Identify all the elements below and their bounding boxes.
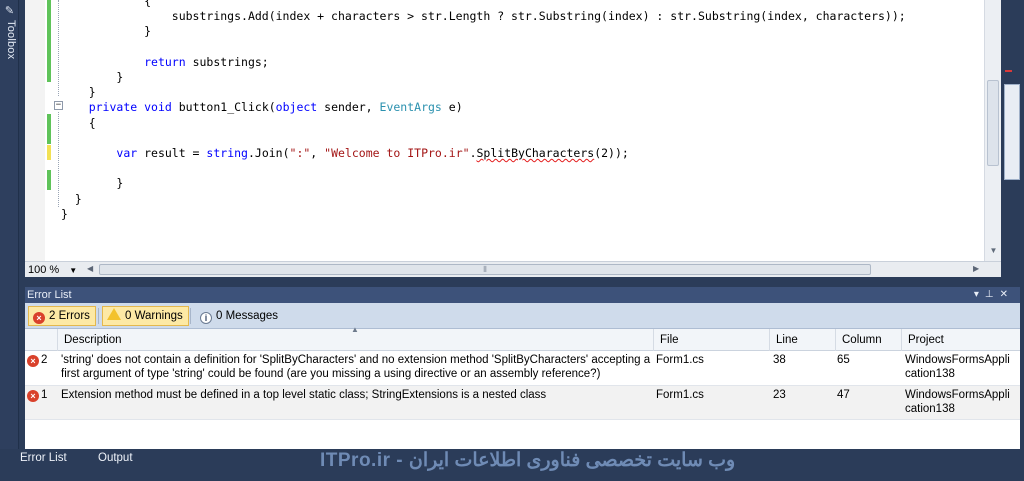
row-column: 65: [837, 354, 850, 366]
chevron-down-icon: ▼: [69, 266, 78, 275]
code-editor[interactable]: − { substrings.Add(index + characters > …: [25, 0, 1001, 261]
table-row[interactable]: × 1 Extension method must be defined in …: [25, 386, 1020, 420]
col-description[interactable]: Description: [57, 329, 653, 351]
code-line[interactable]: {: [61, 115, 96, 131]
divider: [98, 308, 99, 324]
row-description: Extension method must be defined in a to…: [61, 389, 547, 401]
code-line[interactable]: }: [61, 23, 151, 39]
code-line[interactable]: }: [61, 69, 123, 85]
description-line: 'string' does not contain a definition f…: [61, 354, 651, 366]
toolbox-panel[interactable]: ✎ Toolbox: [0, 0, 19, 481]
row-number: 2: [41, 354, 48, 366]
toolbox-icon: ✎: [4, 5, 15, 17]
code-line[interactable]: return substrings;: [61, 54, 269, 70]
toolbox-label[interactable]: Toolbox: [2, 20, 17, 59]
project-line: cation138: [905, 403, 955, 415]
error-list-title: Error List: [27, 289, 72, 301]
description-line: first argument of type 'string' could be…: [61, 368, 601, 380]
messages-count: 0 Messages: [216, 310, 279, 322]
code-line[interactable]: }: [61, 206, 68, 222]
error-icon: ×: [33, 312, 45, 324]
scroll-left-icon[interactable]: ◀: [87, 264, 93, 273]
project-line: WindowsFormsAppli: [905, 389, 1010, 401]
row-column: 47: [837, 389, 850, 401]
error-marker[interactable]: [1005, 70, 1012, 72]
code-line[interactable]: }: [61, 84, 96, 100]
change-bar-saved: [47, 170, 51, 190]
change-bar-saved: [47, 114, 51, 144]
watermark-text: ITPro.ir - وب سایت تخصصی فناوری اطلاعات …: [320, 450, 736, 471]
scroll-thumb[interactable]: [987, 80, 999, 166]
error-filter-bar: × 2 Errors 0 Warnings i 0 Messages: [25, 303, 1020, 329]
tab-output[interactable]: Output: [98, 452, 133, 464]
code-line[interactable]: var result = string.Join(":", "Welcome t…: [61, 145, 628, 161]
project-line: cation138: [905, 368, 955, 380]
col-column[interactable]: Column: [835, 329, 901, 351]
code-line[interactable]: }: [61, 191, 82, 207]
error-list-panel: Error List ▾⊥✕ × 2 Errors 0 Warnings i 0 M…: [25, 287, 1020, 449]
errors-count: 2 Errors: [49, 310, 90, 322]
pin-icon[interactable]: ⊥: [985, 289, 1000, 300]
warnings-count: 0 Warnings: [125, 310, 183, 322]
row-number: 1: [41, 389, 48, 401]
change-bar-unsaved: [47, 145, 51, 160]
tab-error-list[interactable]: Error List: [20, 452, 67, 464]
outline-line: [58, 112, 59, 207]
messages-filter-button[interactable]: i 0 Messages: [195, 306, 284, 326]
error-icon: ×: [27, 355, 39, 367]
row-file: Form1.cs: [656, 389, 704, 401]
close-icon[interactable]: ✕: [1000, 289, 1014, 300]
editor-hscroll[interactable]: 100 % ▼ ◀ ⦀ ▶: [25, 261, 1001, 277]
table-row[interactable]: × 2 'string' does not contain a definiti…: [25, 351, 1020, 386]
row-project: WindowsFormsAppli cation138: [905, 388, 1010, 416]
error-icon: ×: [27, 390, 39, 402]
col-file[interactable]: File: [653, 329, 769, 351]
error-table-header: ▲ Description File Line Column Project: [25, 325, 1020, 351]
zoom-value: 100 %: [28, 264, 60, 276]
hscroll-thumb[interactable]: ⦀: [99, 264, 871, 275]
warnings-filter-button[interactable]: 0 Warnings: [102, 306, 189, 326]
project-line: WindowsFormsAppli: [905, 354, 1010, 366]
change-bar-saved: [47, 0, 51, 82]
bottom-tab-bar: Error List Output ITPro.ir - وب سایت تخص…: [0, 449, 1024, 481]
solution-explorer-strip[interactable]: [1004, 84, 1020, 180]
scroll-right-icon[interactable]: ▶: [973, 264, 979, 273]
scroll-down-icon[interactable]: ▼: [988, 246, 999, 256]
row-line: 38: [773, 354, 786, 366]
code-line[interactable]: substrings.Add(index + characters > str.…: [61, 8, 906, 24]
divider: [190, 308, 191, 324]
col-project[interactable]: Project: [901, 329, 1020, 351]
row-project: WindowsFormsAppli cation138: [905, 353, 1010, 381]
dropdown-icon[interactable]: ▾: [974, 289, 985, 300]
row-line: 23: [773, 389, 786, 401]
row-file: Form1.cs: [656, 354, 704, 366]
row-description: 'string' does not contain a definition f…: [61, 353, 651, 381]
editor-gutter: [25, 0, 45, 261]
errors-filter-button[interactable]: × 2 Errors: [28, 306, 96, 326]
vertical-scrollbar[interactable]: ▼: [984, 0, 1001, 261]
error-list-titlebar: Error List ▾⊥✕: [25, 287, 1020, 303]
code-line[interactable]: }: [61, 175, 123, 191]
warning-icon: [107, 308, 121, 320]
code-line[interactable]: private void button1_Click(object sender…: [61, 99, 463, 115]
col-line[interactable]: Line: [769, 329, 835, 351]
zoom-select[interactable]: 100 % ▼: [28, 263, 77, 277]
info-icon: i: [200, 312, 212, 324]
outline-line: [58, 0, 59, 96]
